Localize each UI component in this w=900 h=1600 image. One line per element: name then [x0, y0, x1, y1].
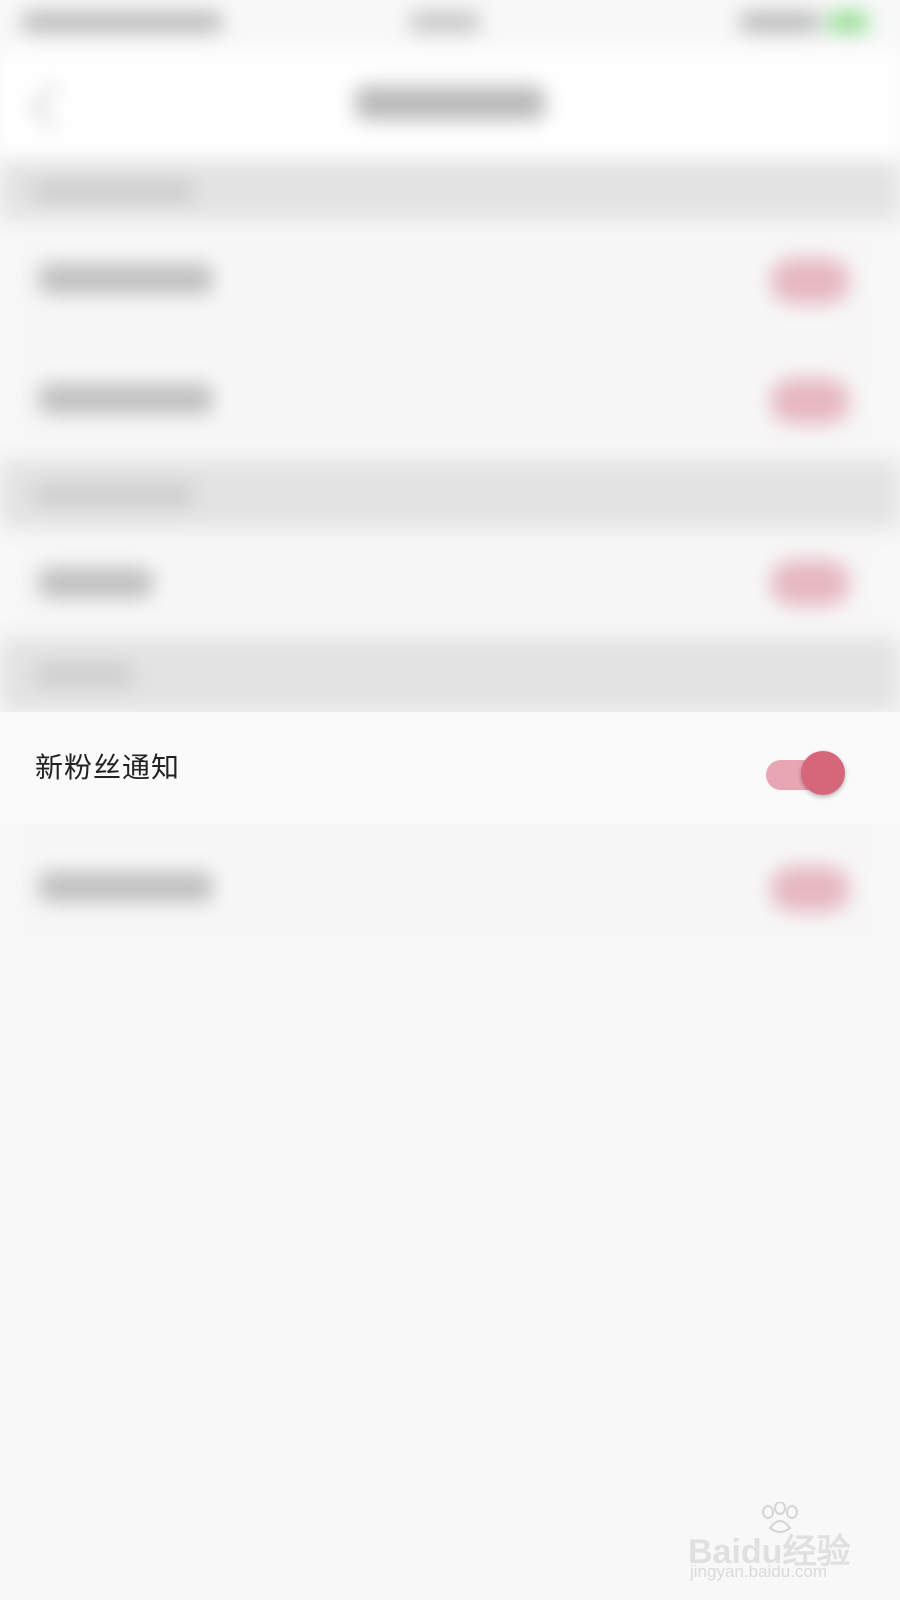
- status-bar-indicators: [740, 12, 820, 32]
- status-bar-time: [410, 12, 480, 32]
- new-follower-notification-label: 新粉丝通知: [35, 751, 181, 784]
- setting-row-label: [38, 384, 213, 414]
- setting-toggle[interactable]: [770, 866, 850, 912]
- section-header-label: [34, 484, 194, 506]
- setting-row[interactable]: [0, 220, 900, 340]
- setting-row-label: [38, 264, 213, 294]
- nav-bar: [0, 50, 900, 160]
- baidu-jingyan-watermark: Baidu经验 jingyan.baidu.com: [688, 1502, 868, 1582]
- watermark-url: jingyan.baidu.com: [690, 1562, 828, 1581]
- setting-row[interactable]: [0, 528, 900, 638]
- back-arrow-icon[interactable]: [30, 82, 77, 129]
- section-header-label: [34, 180, 194, 202]
- status-bar-carrier: [22, 12, 222, 32]
- status-bar: [0, 0, 900, 50]
- setting-toggle[interactable]: [770, 378, 850, 424]
- setting-row-label: [38, 568, 153, 598]
- setting-toggle[interactable]: [770, 560, 850, 606]
- setting-row[interactable]: [0, 824, 900, 960]
- setting-toggle[interactable]: [770, 258, 850, 304]
- battery-icon: [828, 12, 868, 32]
- section-header: [0, 460, 900, 528]
- setting-row-new-follower[interactable]: 新粉丝通知: [0, 712, 900, 824]
- screen: 新粉丝通知 Baidu经验 jingyan.baidu.com: [0, 0, 900, 1600]
- section-header-label: [34, 664, 134, 686]
- section-header: [0, 638, 900, 712]
- page-title: [355, 86, 545, 120]
- new-follower-notification-toggle[interactable]: [766, 748, 846, 795]
- setting-row-label: [38, 872, 213, 902]
- setting-row[interactable]: [0, 340, 900, 460]
- section-header: [0, 160, 900, 220]
- toggle-thumb[interactable]: [801, 751, 845, 795]
